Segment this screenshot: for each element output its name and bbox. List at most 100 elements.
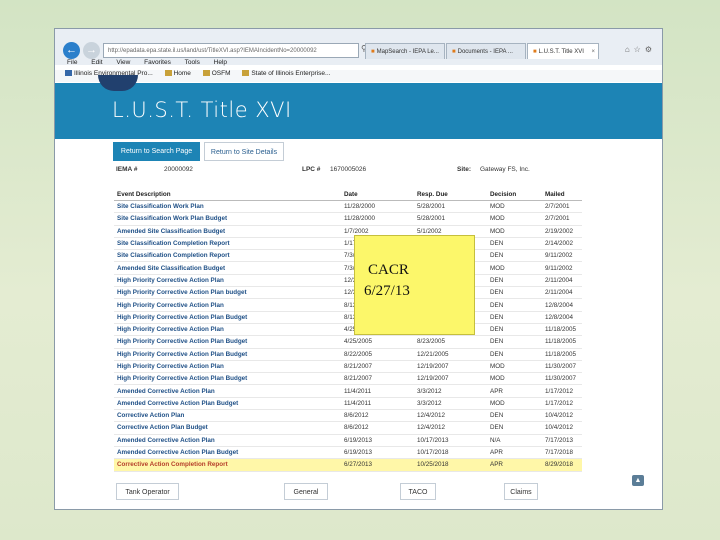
event-description-cell[interactable]: Site Classification Work Plan Budget — [114, 212, 341, 226]
resp-due-cell: 3/3/2012 — [414, 384, 487, 398]
favorite-state[interactable]: State of Illinois Enterprise... — [242, 70, 330, 77]
decision-cell: DEN — [487, 298, 542, 312]
iema-value: 20000092 — [164, 166, 193, 173]
mailed-cell: 2/11/2004 — [542, 286, 582, 300]
decision-cell: DEN — [487, 421, 542, 435]
tab-lust[interactable]: ■ L.U.S.T. Title XVI × — [527, 43, 599, 59]
scroll-to-top-icon[interactable]: ▲ — [632, 475, 644, 486]
mailed-cell: 2/19/2002 — [542, 225, 582, 238]
resp-due-cell: 12/4/2012 — [414, 421, 487, 435]
lpc-label: LPC # — [302, 166, 321, 173]
menu-tools[interactable]: Tools — [185, 59, 200, 66]
menu-help[interactable]: Help — [214, 59, 227, 66]
site-label: Site: — [457, 166, 472, 173]
mailed-cell: 9/11/2002 — [542, 261, 582, 275]
tab-claims[interactable]: Claims — [504, 483, 538, 500]
event-description-cell[interactable]: Amended Corrective Action Plan — [114, 434, 341, 447]
date-cell: 8/21/2007 — [341, 360, 414, 374]
table-row: High Priority Corrective Action Plan8/13… — [114, 298, 582, 312]
tab-taco[interactable]: TACO — [400, 483, 436, 500]
tab-label: MapSearch - IEPA Le... — [376, 49, 439, 55]
table-row: Amended Corrective Action Plan 6/19/2013 1… — [114, 434, 582, 447]
menu-file[interactable]: File — [67, 59, 77, 66]
page-icon: ■ — [533, 49, 537, 55]
site-icon — [164, 70, 172, 77]
date-cell: 6/19/2013 — [341, 446, 414, 460]
back-arrow-icon[interactable]: ← — [63, 42, 80, 59]
event-description-cell[interactable]: Amended Site Classification Budget — [114, 261, 341, 275]
favorite-osfm[interactable]: OSFM — [202, 70, 231, 77]
event-description-cell[interactable]: Site Classification Completion Report — [114, 249, 341, 263]
menu-edit[interactable]: Edit — [91, 59, 102, 66]
event-description-cell[interactable]: Corrective Action Plan — [114, 409, 341, 423]
resp-due-cell: 8/23/2005 — [414, 335, 487, 349]
event-description-cell[interactable]: Amended Corrective Action Plan Budget — [114, 397, 341, 411]
table-row: High Priority Corrective Action Plan bud… — [114, 286, 582, 300]
resp-due-cell: 10/17/2013 — [414, 434, 487, 447]
date-cell: 6/19/2013 — [341, 434, 414, 447]
event-description-cell[interactable]: Corrective Action Plan Budget — [114, 421, 341, 435]
resp-due-cell: 3/3/2012 — [414, 397, 487, 411]
date-cell: 11/28/2000 — [341, 212, 414, 226]
event-description-cell[interactable]: Corrective Action Completion Report — [114, 458, 341, 472]
menu-bar: File Edit View Favorites Tools Help — [55, 59, 662, 70]
mailed-cell: 11/30/2007 — [542, 360, 582, 374]
mailed-cell: 12/8/2004 — [542, 311, 582, 324]
mailed-cell: 10/4/2012 — [542, 421, 582, 435]
event-description-cell[interactable]: Site Classification Completion Report — [114, 237, 341, 251]
return-to-search-button[interactable]: Return to Search Page — [113, 142, 200, 161]
menu-favorites[interactable]: Favorites — [144, 59, 171, 66]
decision-cell: MOD — [487, 360, 542, 374]
decision-cell: N/A — [487, 434, 542, 447]
decision-cell: DEN — [487, 311, 542, 324]
column-header-resp-due: Resp. Due — [414, 189, 487, 201]
return-to-site-details-button[interactable]: Return to Site Details — [204, 142, 284, 161]
favorite-home[interactable]: Home — [164, 70, 191, 77]
note-line-1: CACR — [368, 262, 409, 278]
favorites-bar: Illinois Environmental Pro... Home OSFM … — [55, 70, 662, 82]
column-header-date: Date — [341, 189, 414, 201]
event-description-cell[interactable]: High Priority Corrective Action Plan — [114, 323, 341, 337]
event-description-cell[interactable]: High Priority Corrective Action Plan bud… — [114, 286, 341, 300]
event-description-cell[interactable]: Amended Corrective Action Plan Budget — [114, 446, 341, 460]
decision-cell: DEN — [487, 274, 542, 288]
event-description-cell[interactable]: High Priority Corrective Action Plan — [114, 298, 341, 312]
tab-documents[interactable]: ■ Documents - IEPA ... — [446, 43, 526, 59]
decision-cell: DEN — [487, 237, 542, 251]
event-description-cell[interactable]: High Priority Corrective Action Plan Bud… — [114, 372, 341, 386]
event-description-cell[interactable]: High Priority Corrective Action Plan — [114, 360, 341, 374]
tab-tank-operator[interactable]: Tank Operator — [116, 483, 179, 500]
mailed-cell: 11/18/2005 — [542, 348, 582, 361]
date-cell: 8/21/2007 — [341, 372, 414, 386]
decision-cell: DEN — [487, 409, 542, 423]
tab-mapsearch[interactable]: ■ MapSearch - IEPA Le... — [365, 43, 445, 59]
event-description-cell[interactable]: High Priority Corrective Action Plan Bud… — [114, 311, 341, 324]
tab-general[interactable]: General — [284, 483, 328, 500]
event-description-cell[interactable]: Site Classification Work Plan — [114, 200, 341, 214]
event-description-cell[interactable]: High Priority Corrective Action Plan — [114, 274, 341, 288]
close-icon[interactable]: × — [591, 44, 595, 59]
decision-cell: MOD — [487, 225, 542, 238]
column-header-decision: Decision — [487, 189, 542, 201]
mailed-cell: 2/14/2002 — [542, 237, 582, 251]
mailed-cell: 1/17/2012 — [542, 384, 582, 398]
decision-cell: MOD — [487, 261, 542, 275]
window-controls[interactable]: ⌂☆⚙ — [625, 45, 656, 54]
mailed-cell: 8/29/2018 — [542, 458, 582, 472]
decision-cell: APR — [487, 446, 542, 460]
forward-arrow-icon[interactable]: → — [83, 42, 100, 59]
event-description-cell[interactable]: High Priority Corrective Action Plan Bud… — [114, 335, 341, 349]
resp-due-cell: 12/19/2007 — [414, 372, 487, 386]
table-row: Corrective Action Plan Budget 8/6/2012 12/… — [114, 421, 582, 435]
table-row: Site Classification Completion Report7/3… — [114, 249, 582, 263]
table-row: High Priority Corrective Action Plan Bud… — [114, 372, 582, 386]
url-input[interactable]: http://epadata.epa.state.il.us/land/ust/… — [103, 43, 359, 58]
site-icon — [65, 70, 72, 77]
event-description-cell[interactable]: High Priority Corrective Action Plan Bud… — [114, 348, 341, 361]
mailed-cell: 10/4/2012 — [542, 409, 582, 423]
date-cell: 11/4/2011 — [341, 384, 414, 398]
event-description-cell[interactable]: Amended Corrective Action Plan — [114, 384, 341, 398]
event-description-cell[interactable]: Amended Site Classification Budget — [114, 225, 341, 238]
menu-view[interactable]: View — [116, 59, 130, 66]
date-cell: 8/22/2005 — [341, 348, 414, 361]
